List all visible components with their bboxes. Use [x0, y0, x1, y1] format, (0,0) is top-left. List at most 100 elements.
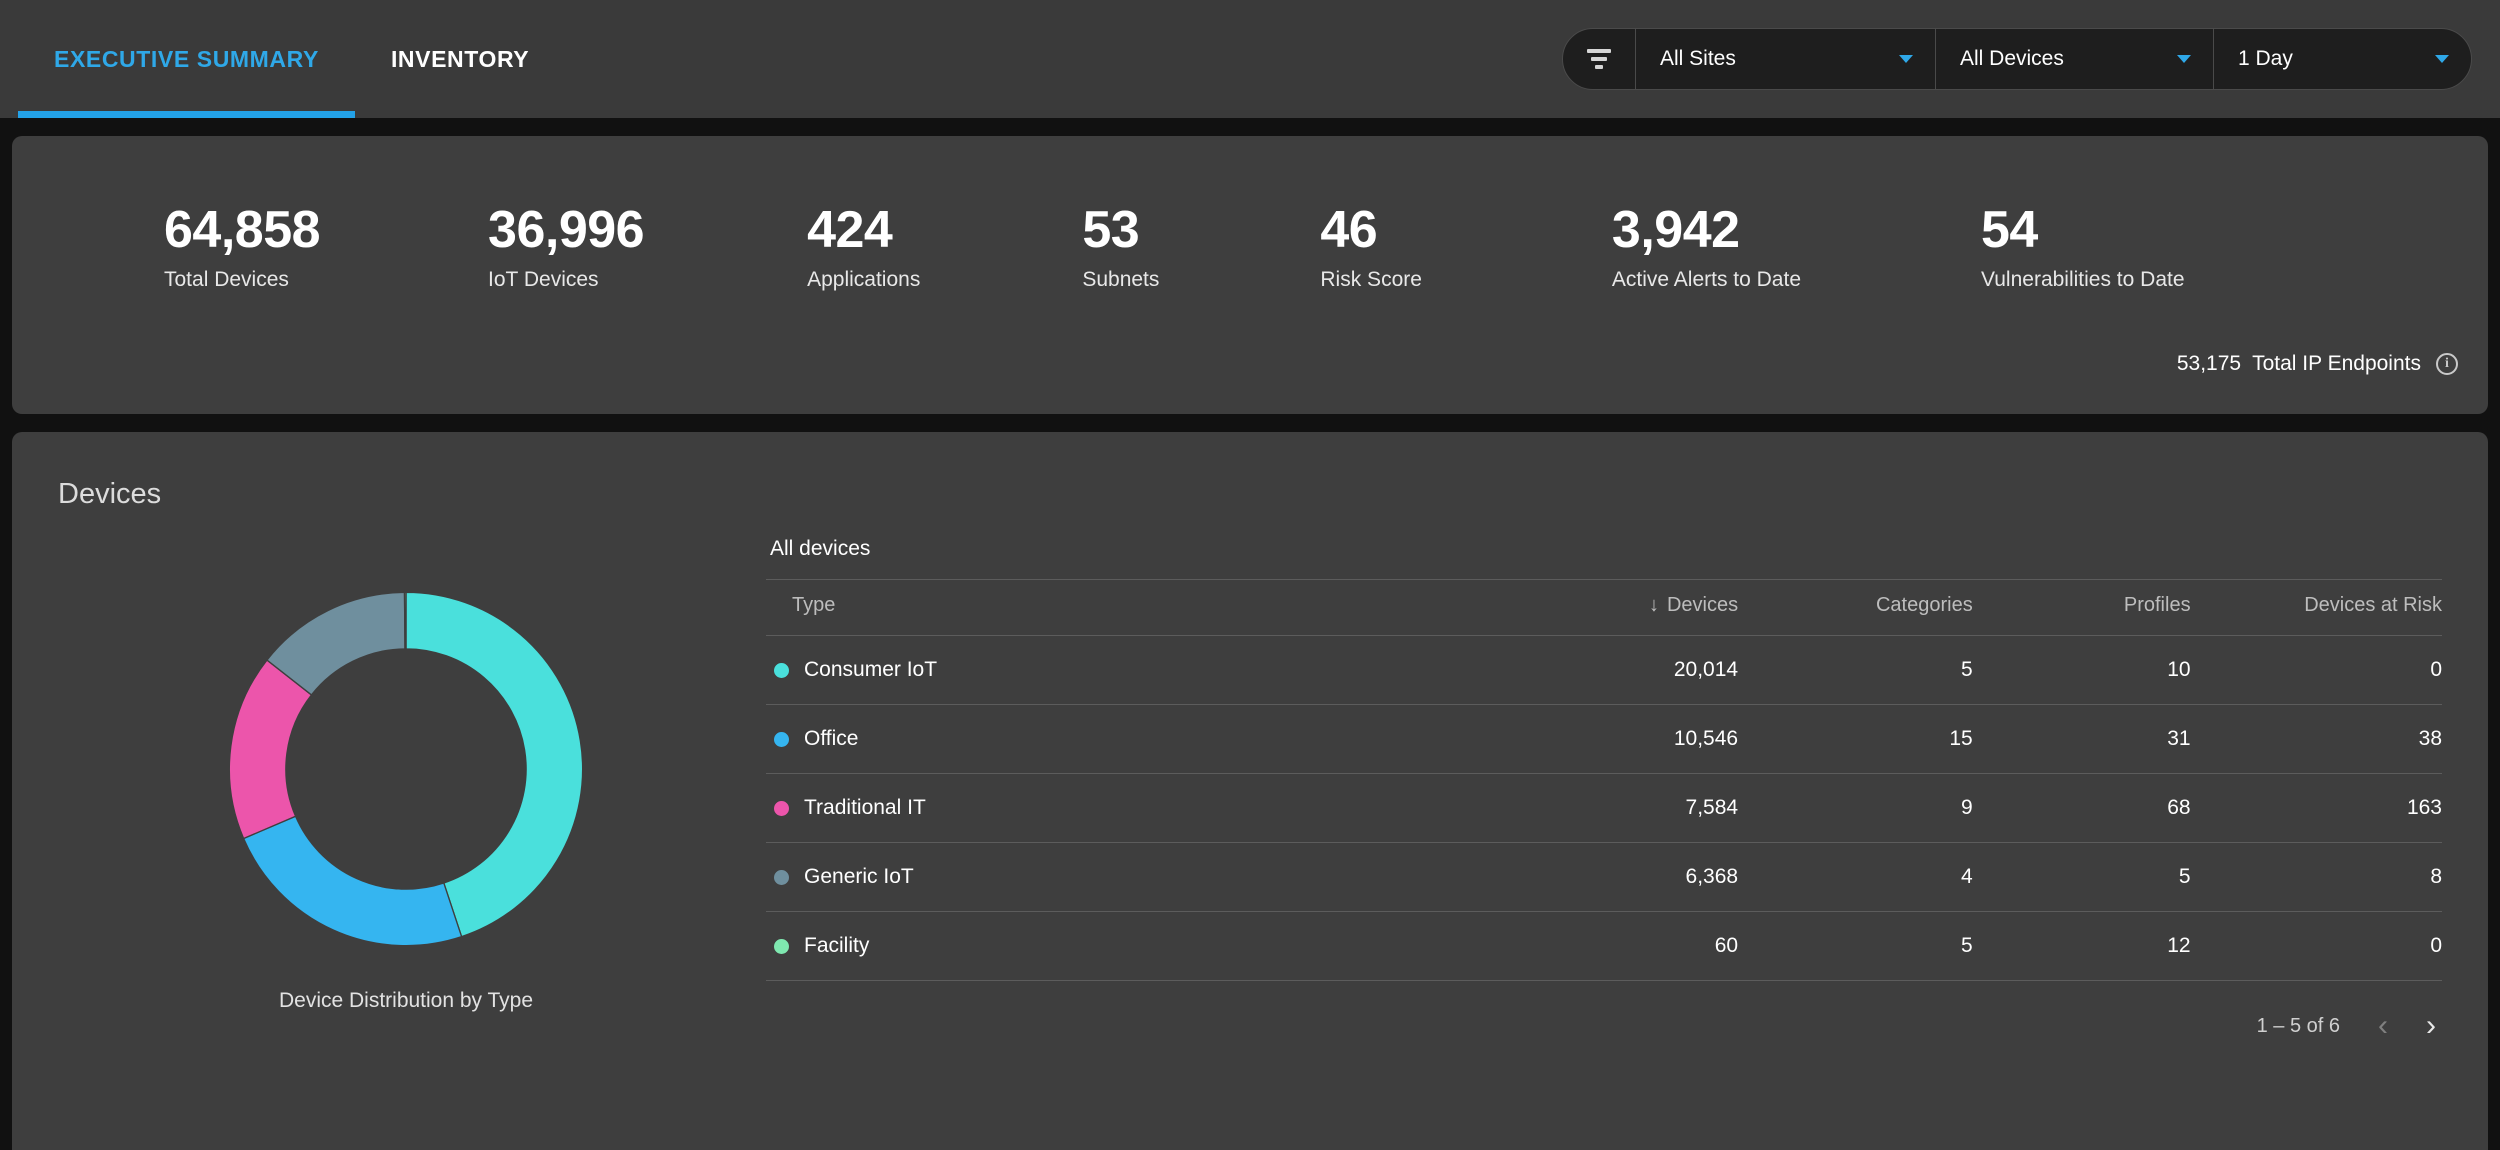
- kpi-value: 53: [1082, 201, 1140, 259]
- filter-devices-dropdown[interactable]: All Devices: [1935, 29, 2213, 89]
- kpi-value: 36,996: [488, 201, 645, 259]
- total-ip-endpoints: 53,175 Total IP Endpoints i: [2177, 352, 2458, 376]
- filter-bar: All Sites All Devices 1 Day: [1562, 28, 2472, 90]
- filter-sites-dropdown[interactable]: All Sites: [1635, 29, 1935, 89]
- cell-type: Consumer IoT: [766, 635, 1487, 705]
- cell-profiles: 68: [1972, 773, 2191, 843]
- kpi-iot-devices: 36,996 IoT Devices: [488, 201, 645, 292]
- donut-svg: [228, 591, 584, 947]
- cell-type: Facility: [766, 911, 1487, 981]
- donut-slice-traditional-it[interactable]: [228, 659, 313, 840]
- devices-table-container: All devices Type ↓ Devices Categories Pro…: [766, 525, 2454, 1041]
- kpi-label: Vulnerabilities to Date: [1981, 268, 2185, 292]
- table-row[interactable]: Facility 60 5 12 0: [766, 911, 2442, 981]
- column-header-devices[interactable]: ↓ Devices: [1486, 579, 1739, 636]
- sort-descending-icon: ↓: [1648, 594, 1659, 616]
- filter-timerange-dropdown[interactable]: 1 Day: [2213, 29, 2471, 89]
- chevron-down-icon: [1899, 55, 1913, 63]
- kpi-label: Active Alerts to Date: [1611, 268, 1802, 292]
- kpi-total-devices: 64,858 Total Devices: [164, 201, 321, 292]
- donut-chart: [214, 577, 598, 961]
- column-header-profiles[interactable]: Profiles: [1972, 579, 2191, 636]
- cell-devices: 60: [1486, 911, 1739, 981]
- cell-categories: 5: [1738, 635, 1973, 705]
- kpi-subnets: 53 Subnets: [1082, 202, 1159, 292]
- cell-type: Generic IoT: [766, 842, 1487, 912]
- kpi-row: 64,858 Total Devices 36,996 IoT Devices …: [42, 136, 2458, 292]
- table-row[interactable]: Traditional IT 7,584 9 68 163: [766, 773, 2442, 843]
- cell-devices: 20,014: [1486, 635, 1739, 705]
- column-header-devices-at-risk[interactable]: Devices at Risk: [2190, 579, 2442, 636]
- table-row[interactable]: Generic IoT 6,368 4 5 8: [766, 842, 2442, 912]
- series-color-dot: [774, 800, 789, 816]
- tab-inventory[interactable]: INVENTORY: [355, 0, 565, 118]
- total-ip-endpoints-count: 53,175: [2176, 352, 2242, 375]
- chart-caption: Device Distribution by Type: [278, 989, 534, 1012]
- kpi-label: Total Devices: [164, 268, 289, 292]
- device-distribution-chart: Device Distribution by Type: [46, 525, 766, 1041]
- kpi-active-alerts: 3,942 Active Alerts to Date: [1612, 202, 1801, 292]
- kpi-vulnerabilities: 54 Vulnerabilities to Date: [1981, 202, 2185, 292]
- cell-devices-at-risk: 8: [2190, 842, 2442, 912]
- table-subtitle: All devices: [770, 537, 871, 560]
- cell-categories: 5: [1738, 911, 1973, 981]
- filter-funnel-icon: [1584, 44, 1614, 74]
- cell-devices-at-risk: 0: [2190, 635, 2442, 705]
- column-header-categories[interactable]: Categories: [1738, 579, 1973, 636]
- kpi-value: 424: [807, 201, 893, 259]
- cell-devices-at-risk: 163: [2190, 773, 2442, 843]
- filter-icon-button[interactable]: [1563, 29, 1635, 89]
- cell-devices: 10,546: [1486, 704, 1739, 774]
- cell-type: Traditional IT: [766, 773, 1487, 843]
- cell-profiles: 10: [1972, 635, 2191, 705]
- kpi-value: 64,858: [164, 201, 321, 259]
- devices-content: Device Distribution by Type All devices …: [46, 525, 2454, 1041]
- column-header-type[interactable]: Type: [766, 579, 1487, 636]
- series-color-dot: [774, 938, 789, 954]
- cell-profiles: 31: [1972, 704, 2191, 774]
- cell-devices-at-risk: 38: [2190, 704, 2442, 774]
- tab-label: EXECUTIVE SUMMARY: [54, 45, 319, 72]
- chevron-right-icon[interactable]: ›: [2426, 1011, 2436, 1041]
- table-row[interactable]: Office 10,546 15 31 38: [766, 704, 2442, 774]
- table-header-row: Type ↓ Devices Categories Profiles Device…: [766, 579, 2442, 636]
- cell-devices-at-risk: 0: [2190, 911, 2442, 981]
- device-type-label: Consumer IoT: [804, 658, 938, 681]
- kpi-value: 54: [1981, 201, 2038, 259]
- kpi-applications: 424 Applications: [807, 202, 920, 292]
- kpi-label: Subnets: [1082, 268, 1160, 292]
- summary-metrics-panel: 64,858 Total Devices 36,996 IoT Devices …: [12, 136, 2488, 414]
- filter-sites-value: All Sites: [1660, 47, 1736, 70]
- chevron-left-icon[interactable]: ‹: [2378, 1011, 2388, 1041]
- device-type-label: Office: [804, 727, 859, 750]
- table-row[interactable]: Consumer IoT 20,014 5 10 0: [766, 635, 2442, 705]
- cell-categories: 4: [1738, 842, 1973, 912]
- cell-type: Office: [766, 704, 1487, 774]
- devices-table: Type ↓ Devices Categories Profiles Device…: [766, 579, 2442, 981]
- pagination-range: 1 – 5 of 6: [2256, 1014, 2340, 1037]
- total-ip-endpoints-label: Total IP Endpoints: [2252, 352, 2421, 375]
- cell-devices: 6,368: [1486, 842, 1739, 912]
- donut-slice-facility[interactable]: [403, 591, 407, 650]
- series-color-dot: [774, 662, 789, 678]
- donut-slice-office[interactable]: [242, 815, 463, 947]
- cell-categories: 9: [1738, 773, 1973, 843]
- device-type-label: Traditional IT: [804, 796, 926, 819]
- series-color-dot: [774, 731, 789, 747]
- device-type-label: Facility: [804, 934, 870, 957]
- top-bar: EXECUTIVE SUMMARY INVENTORY All Sites Al…: [0, 0, 2500, 118]
- kpi-value: 3,942: [1611, 201, 1740, 259]
- cell-categories: 15: [1738, 704, 1973, 774]
- series-color-dot: [774, 869, 789, 885]
- column-label: Devices: [1666, 594, 1739, 616]
- kpi-value: 46: [1320, 201, 1378, 259]
- kpi-risk-score: 46 Risk Score: [1320, 202, 1422, 292]
- cell-devices: 7,584: [1486, 773, 1739, 843]
- chevron-down-icon: [2177, 55, 2191, 63]
- filter-devices-value: All Devices: [1960, 47, 2064, 70]
- tab-executive-summary[interactable]: EXECUTIVE SUMMARY: [18, 0, 355, 118]
- donut-slice-consumer-iot[interactable]: [405, 591, 584, 938]
- cell-profiles: 5: [1972, 842, 2191, 912]
- devices-panel: Devices Device Distribution by Type All …: [12, 432, 2488, 1150]
- info-circle-icon[interactable]: i: [2436, 353, 2458, 375]
